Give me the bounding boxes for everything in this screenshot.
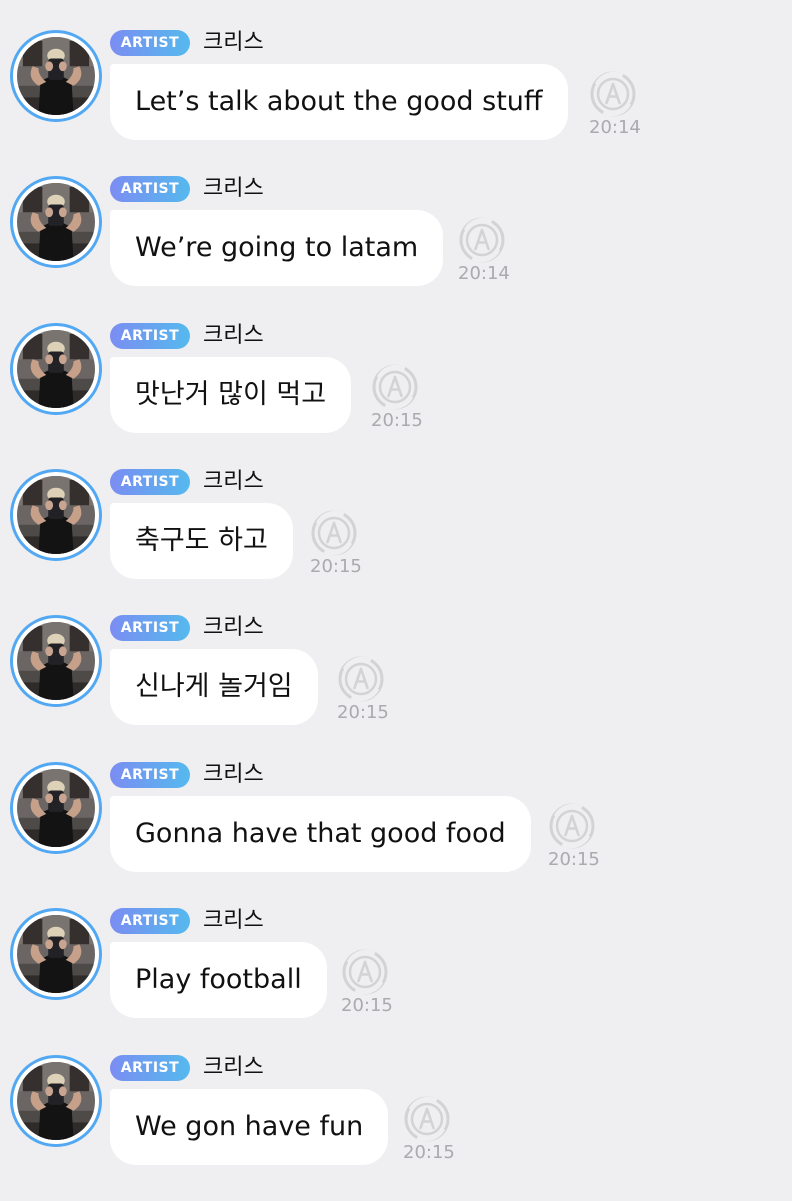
avatar-photo	[17, 622, 95, 700]
translate-icon[interactable]	[458, 216, 506, 264]
message-meta: 20:15	[341, 948, 399, 1016]
sender-name: 크리스	[203, 323, 264, 348]
translate-icon[interactable]	[337, 655, 385, 703]
artist-badge: ARTIST	[110, 30, 190, 56]
avatar-photo	[17, 915, 95, 993]
sender-name: 크리스	[203, 615, 264, 640]
avatar-photo	[17, 1062, 95, 1140]
translate-icon[interactable]	[371, 363, 419, 411]
avatar[interactable]	[10, 323, 102, 415]
translate-icon[interactable]	[403, 1095, 451, 1143]
avatar-photo	[17, 37, 95, 115]
chat-message-list: ARTIST 크리스 Let’s talk about the good stu…	[0, 0, 792, 1199]
chat-message: ARTIST 크리스 축구도 하고 20:15	[0, 469, 792, 615]
artist-badge: ARTIST	[110, 762, 190, 788]
sender-name: 크리스	[203, 908, 264, 933]
message-bubble[interactable]: Gonna have that good food	[110, 796, 531, 872]
translate-icon[interactable]	[310, 509, 358, 557]
chat-message: ARTIST 크리스 Gonna have that good food 20:…	[0, 762, 792, 908]
sender-name: 크리스	[203, 762, 264, 787]
sender-name: 크리스	[203, 1055, 264, 1080]
artist-badge: ARTIST	[110, 615, 190, 641]
avatar[interactable]	[10, 1055, 102, 1147]
message-timestamp: 20:15	[371, 410, 423, 431]
message-meta: 20:15	[548, 802, 606, 870]
message-timestamp: 20:15	[341, 995, 393, 1016]
avatar-photo	[17, 330, 95, 408]
avatar-photo	[17, 183, 95, 261]
message-bubble[interactable]: 축구도 하고	[110, 503, 293, 579]
message-bubble[interactable]: Play football	[110, 942, 327, 1018]
chat-message: ARTIST 크리스 맛난거 많이 먹고 20:15	[0, 323, 792, 469]
avatar[interactable]	[10, 176, 102, 268]
message-bubble[interactable]: Let’s talk about the good stuff	[110, 64, 568, 140]
message-bubble[interactable]: 맛난거 많이 먹고	[110, 357, 352, 433]
message-bubble[interactable]: 신나게 놀거임	[110, 649, 318, 725]
message-timestamp: 20:15	[310, 556, 362, 577]
translate-icon[interactable]	[548, 802, 596, 850]
artist-badge: ARTIST	[110, 176, 190, 202]
artist-badge: ARTIST	[110, 323, 190, 349]
message-meta: 20:14	[458, 216, 516, 284]
chat-message: ARTIST 크리스 Play football 20:15	[0, 908, 792, 1054]
message-meta: 20:15	[310, 509, 368, 577]
chat-message: ARTIST 크리스 Let’s talk about the good stu…	[0, 30, 792, 176]
avatar-photo	[17, 476, 95, 554]
message-bubble[interactable]: We’re going to latam	[110, 210, 444, 286]
artist-badge: ARTIST	[110, 469, 190, 495]
message-timestamp: 20:15	[337, 702, 389, 723]
avatar-photo	[17, 769, 95, 847]
message-bubble[interactable]: We gon have fun	[110, 1089, 389, 1165]
message-timestamp: 20:15	[548, 849, 600, 870]
translate-icon[interactable]	[341, 948, 389, 996]
sender-name: 크리스	[203, 469, 264, 494]
sender-name: 크리스	[203, 30, 264, 55]
chat-message: ARTIST 크리스 We gon have fun 20:15	[0, 1055, 792, 1201]
avatar[interactable]	[10, 762, 102, 854]
message-meta: 20:14	[589, 70, 647, 138]
translate-icon[interactable]	[589, 70, 637, 118]
chat-message: ARTIST 크리스 We’re going to latam 20:14	[0, 176, 792, 322]
artist-badge: ARTIST	[110, 1055, 190, 1081]
avatar[interactable]	[10, 908, 102, 1000]
message-meta: 20:15	[403, 1095, 461, 1163]
message-timestamp: 20:14	[458, 263, 510, 284]
chat-message: ARTIST 크리스 신나게 놀거임 20:15	[0, 615, 792, 761]
message-timestamp: 20:15	[403, 1142, 455, 1163]
message-meta: 20:15	[371, 363, 429, 431]
message-meta: 20:15	[337, 655, 395, 723]
avatar[interactable]	[10, 469, 102, 561]
avatar[interactable]	[10, 30, 102, 122]
avatar[interactable]	[10, 615, 102, 707]
artist-badge: ARTIST	[110, 908, 190, 934]
message-timestamp: 20:14	[589, 117, 641, 138]
sender-name: 크리스	[203, 176, 264, 201]
